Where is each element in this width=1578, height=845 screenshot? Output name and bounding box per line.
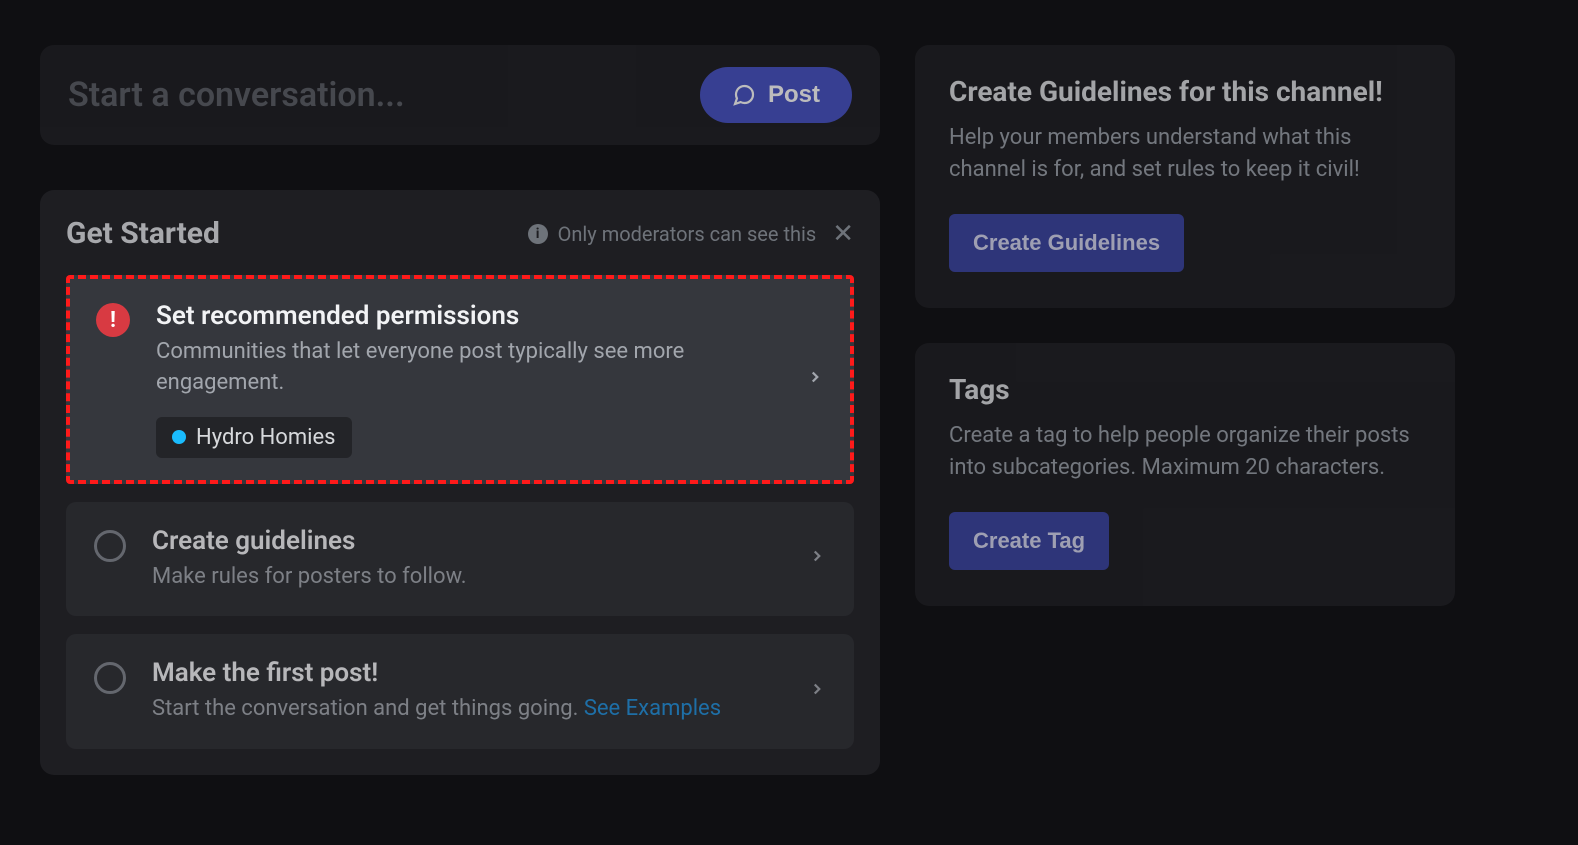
guidelines-panel-desc: Help your members understand what this c… [949,122,1421,186]
role-chip[interactable]: Hydro Homies [156,417,352,458]
create-tag-button[interactable]: Create Tag [949,512,1109,570]
close-icon[interactable]: ✕ [832,221,854,247]
post-button-label: Post [768,81,820,109]
guidelines-panel: Create Guidelines for this channel! Help… [915,45,1455,308]
create-guidelines-button[interactable]: Create Guidelines [949,214,1184,272]
step-desc: Communities that let everyone post typic… [156,337,770,399]
get-started-card: Get Started i Only moderators can see th… [40,190,880,775]
role-chip-label: Hydro Homies [196,425,336,450]
unchecked-ring-icon [94,662,126,694]
unchecked-ring-icon [94,530,126,562]
step-desc: Start the conversation and get things go… [152,694,772,725]
tags-panel: Tags Create a tag to help people organiz… [915,343,1455,606]
step-title: Set recommended permissions [156,301,770,331]
post-button[interactable]: Post [700,67,852,123]
chevron-right-icon [808,679,826,704]
chevron-right-icon [808,546,826,571]
tags-panel-desc: Create a tag to help people organize the… [949,420,1421,484]
role-color-dot [172,430,186,444]
get-started-title: Get Started [66,216,220,251]
setup-step-guidelines[interactable]: Create guidelines Make rules for posters… [66,502,854,617]
see-examples-link[interactable]: See Examples [584,696,721,721]
setup-step-permissions[interactable]: ! Set recommended permissions Communitie… [66,275,854,484]
compose-bar[interactable]: Start a conversation... Post [40,45,880,145]
moderator-note: i Only moderators can see this [528,222,817,246]
chat-bubble-icon [732,83,756,107]
moderator-note-text: Only moderators can see this [558,222,817,246]
chevron-right-icon [806,367,824,392]
step-title: Make the first post! [152,658,772,688]
tags-panel-title: Tags [949,373,1421,406]
guidelines-panel-title: Create Guidelines for this channel! [949,75,1421,108]
step-desc: Make rules for posters to follow. [152,562,772,593]
setup-step-first-post[interactable]: Make the first post! Start the conversat… [66,634,854,749]
info-icon: i [528,224,548,244]
step-title: Create guidelines [152,526,772,556]
step-desc-prefix: Start the conversation and get things go… [152,696,584,721]
compose-placeholder: Start a conversation... [68,75,405,115]
alert-icon: ! [96,303,130,337]
